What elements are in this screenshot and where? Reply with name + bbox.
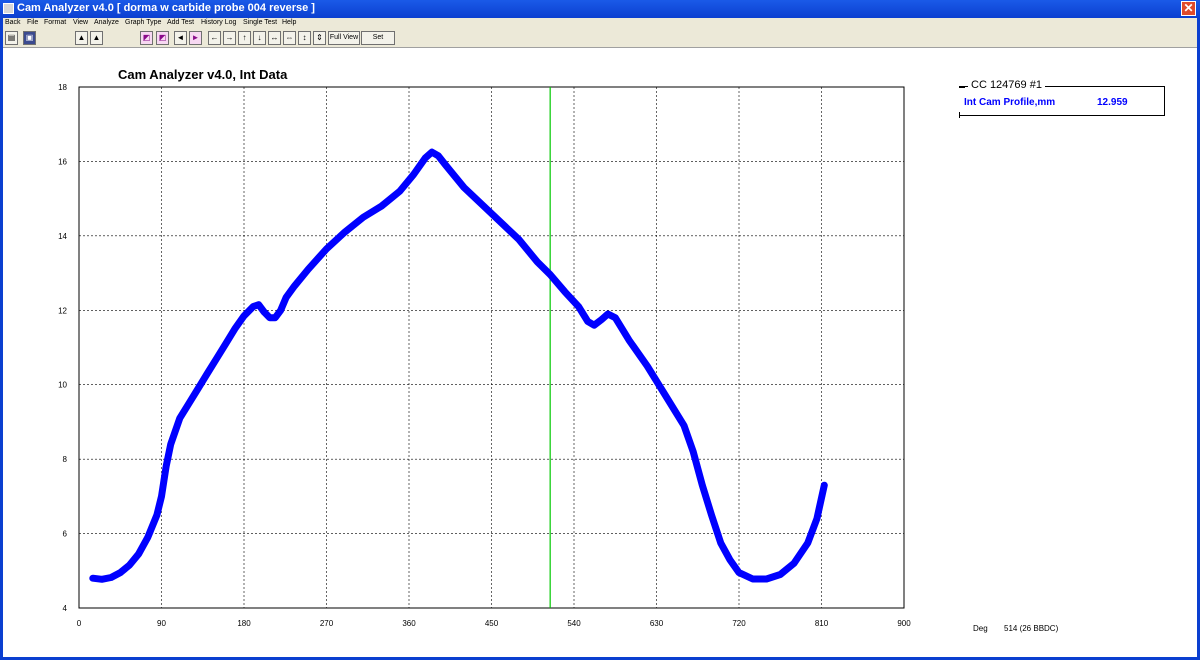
graph-b-button[interactable]: ▲ — [90, 31, 103, 45]
menu-back[interactable]: Back — [5, 19, 21, 26]
y-tick-label: 12 — [58, 306, 67, 315]
print-icon: ▤ — [7, 33, 16, 42]
x-tick-label: 180 — [237, 619, 251, 628]
pan-right-icon: → — [225, 33, 234, 42]
menu-bar: Back File Format View Analyze Graph Type Add T… — [0, 18, 1200, 30]
set-scales-button[interactable]: Set Scales — [361, 31, 395, 45]
menu-single-test[interactable]: Single Test — [243, 19, 277, 26]
title-bar: Cam Analyzer v4.0 [ dorma w carbide prob… — [0, 0, 1200, 18]
x-tick-label: 450 — [485, 619, 499, 628]
x-tick-label: 0 — [77, 619, 82, 628]
zoom-y-in-icon: ↕ — [302, 33, 307, 42]
menu-help[interactable]: Help — [282, 19, 296, 26]
full-view-button[interactable]: Full View — [328, 31, 360, 45]
zoom-x-in-icon: ↔ — [270, 33, 279, 42]
cursor-deg-value: 514 (26 BBDC) — [1004, 624, 1059, 633]
cursor-deg-label: Deg — [973, 624, 988, 633]
chart-edit-button[interactable]: ◩ — [156, 31, 169, 45]
y-tick-label: 4 — [63, 604, 68, 613]
legend-title: CC 124769 #1 — [968, 79, 1045, 91]
y-tick-label: 8 — [63, 455, 68, 464]
x-tick-label: 90 — [157, 619, 166, 628]
graph-a-button[interactable]: ▲ — [75, 31, 88, 45]
next-icon: ► — [191, 33, 200, 42]
pan-right-button[interactable]: → — [223, 31, 236, 45]
x-tick-label: 270 — [320, 619, 334, 628]
menu-graph-type[interactable]: Graph Type — [125, 19, 161, 26]
menu-add-test[interactable]: Add Test — [167, 19, 194, 26]
menu-format[interactable]: Format — [44, 19, 66, 26]
zoom-x-out-icon: ⇔ — [285, 33, 294, 42]
y-tick-label: 16 — [58, 157, 67, 166]
x-tick-label: 900 — [897, 619, 911, 628]
x-tick-label: 630 — [650, 619, 664, 628]
prev-icon: ◄ — [176, 33, 185, 42]
legend-divider — [959, 112, 960, 118]
y-tick-label: 14 — [58, 232, 67, 241]
next-button[interactable]: ► — [189, 31, 202, 45]
chart[interactable]: 0 90 180 270 360 450 540 630 720 810 9004681012141… — [0, 48, 940, 638]
menu-view[interactable]: View — [73, 19, 88, 26]
print-button[interactable]: ▤ — [5, 31, 18, 45]
pan-down-button[interactable]: ↓ — [253, 31, 266, 45]
zoom-y-out-button[interactable]: ⇕ — [313, 31, 326, 45]
toolbar: Full View Set Scales ▤ ▣ ▲ ▲ ◩ ◩ ◄ ► ← → ↑ ↓ ↔ ⇔ ↕ ⇕ — [0, 30, 1200, 48]
zoom-y-out-icon: ⇕ — [316, 33, 323, 42]
chart-edit-icon: ◩ — [158, 33, 167, 42]
pan-up-icon: ↑ — [242, 33, 247, 42]
x-tick-label: 360 — [402, 619, 416, 628]
x-tick-label: 540 — [567, 619, 581, 628]
x-tick-label: 810 — [815, 619, 829, 628]
pan-down-icon: ↓ — [257, 33, 262, 42]
menu-history-log[interactable]: History Log — [201, 19, 236, 26]
legend-series-value: 12.959 — [1097, 97, 1128, 108]
x-tick-label: 720 — [732, 619, 746, 628]
y-tick-label: 6 — [63, 530, 68, 539]
graph-a-icon: ▲ — [77, 33, 86, 42]
zoom-y-in-button[interactable]: ↕ — [298, 31, 311, 45]
window-frame-left — [0, 18, 3, 660]
prev-button[interactable]: ◄ — [174, 31, 187, 45]
graph-b-icon: ▲ — [92, 33, 101, 42]
window-title: Cam Analyzer v4.0 [ dorma w carbide prob… — [17, 2, 315, 14]
pan-up-button[interactable]: ↑ — [238, 31, 251, 45]
chart-button[interactable]: ◩ — [140, 31, 153, 45]
app-window: Cam Analyzer v4.0 [ dorma w carbide prob… — [0, 0, 1200, 660]
chart-icon: ◩ — [142, 33, 151, 42]
menu-file[interactable]: File — [27, 19, 38, 26]
pan-left-button[interactable]: ← — [208, 31, 221, 45]
legend-series-label: Int Cam Profile,mm — [964, 97, 1056, 108]
save-icon: ▣ — [25, 33, 34, 42]
y-tick-label: 18 — [58, 83, 67, 92]
pan-left-icon: ← — [210, 33, 219, 42]
zoom-x-out-button[interactable]: ⇔ — [283, 31, 296, 45]
zoom-x-in-button[interactable]: ↔ — [268, 31, 281, 45]
app-icon — [3, 3, 14, 14]
close-button[interactable]: ✕ — [1181, 1, 1196, 16]
y-tick-label: 10 — [58, 381, 67, 390]
menu-analyze[interactable]: Analyze — [94, 19, 119, 26]
save-button[interactable]: ▣ — [23, 31, 36, 45]
